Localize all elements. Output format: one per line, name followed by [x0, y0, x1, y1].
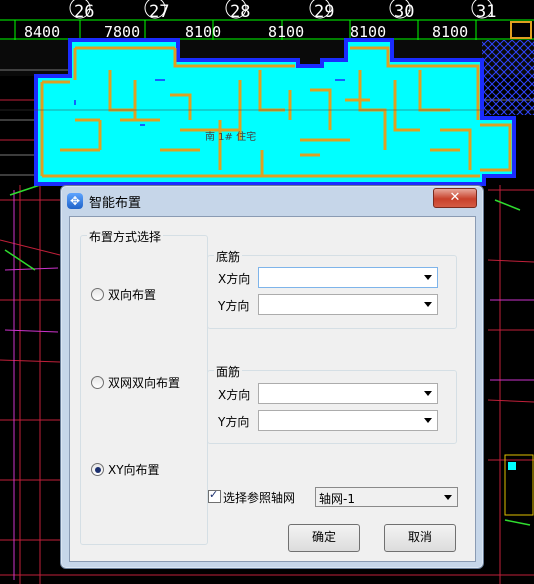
combo-value: 轴网-1 [319, 492, 355, 506]
radio-label: 双向布置 [108, 288, 157, 302]
dimension-label: 8400 [24, 23, 60, 41]
field-label: Y方向 [218, 415, 250, 429]
dropdown-arrow-icon[interactable] [424, 302, 432, 307]
building-footprint[interactable] [34, 38, 516, 186]
dimension-label: 8100 [268, 23, 304, 41]
top-bar-group: 面筋 X方向 Y方向 [207, 363, 457, 444]
dropdown-arrow-icon[interactable] [444, 495, 452, 500]
axis-number: 29 [314, 2, 334, 22]
bottom-bar-group: 底筋 X方向 Y方向 [207, 248, 457, 329]
top-x-combo[interactable] [258, 383, 438, 404]
axis-number: 28 [230, 2, 250, 22]
radio-label: XY向布置 [108, 463, 160, 477]
layout-method-legend: 布置方式选择 [87, 228, 164, 245]
close-button[interactable]: ✕ [433, 188, 477, 208]
radio-bidirectional[interactable]: 双向布置 [91, 286, 156, 303]
dropdown-arrow-icon[interactable] [424, 391, 432, 396]
axis-number: 27 [149, 2, 169, 22]
top-bar-legend: 面筋 [214, 363, 243, 380]
building-label: 南 1# 住宅 [205, 130, 256, 143]
axis-net-select[interactable]: 轴网-1 [315, 487, 458, 507]
radio-xy-direction[interactable]: XY向布置 [91, 461, 160, 478]
bottom-bar-legend: 底筋 [214, 248, 243, 265]
field-label: X方向 [218, 388, 251, 402]
field-label: Y方向 [218, 299, 250, 313]
axis-net-checkbox[interactable] [208, 488, 221, 503]
radio-double-net-bidirectional[interactable]: 双网双向布置 [91, 374, 180, 391]
bottom-y-combo[interactable] [258, 294, 438, 315]
dropdown-arrow-icon[interactable] [424, 275, 432, 280]
bottom-x-combo[interactable] [258, 267, 438, 288]
axis-number: 30 [394, 2, 414, 22]
dialog-titlebar[interactable]: ✥ 智能布置 ✕ [61, 186, 483, 216]
field-label: X方向 [218, 272, 251, 286]
axis-number: 31 [476, 2, 496, 22]
dialog-client: 布置方式选择 双向布置 双网双向布置 XY向布置 底筋 X方向 Y方向 面筋 X… [69, 216, 476, 562]
dropdown-arrow-icon[interactable] [424, 418, 432, 423]
top-y-combo[interactable] [258, 410, 438, 431]
smart-layout-dialog: ✥ 智能布置 ✕ 布置方式选择 双向布置 双网双向布置 XY向布置 底筋 X方向… [60, 185, 484, 569]
app-icon: ✥ [67, 193, 83, 209]
axis-number: 26 [74, 2, 94, 22]
radio-button[interactable] [91, 376, 104, 389]
radio-button-checked[interactable] [91, 463, 104, 476]
ok-button[interactable]: 确定 [288, 524, 360, 552]
radio-button[interactable] [91, 288, 104, 301]
radio-label: 双网双向布置 [108, 376, 181, 390]
dimension-label: 8100 [185, 23, 221, 41]
layout-method-group: 布置方式选择 双向布置 双网双向布置 XY向布置 [80, 228, 208, 545]
axis-net-checkbox-label[interactable]: 选择参照轴网 [223, 489, 295, 506]
cancel-button[interactable]: 取消 [384, 524, 456, 552]
dimension-label: 8100 [432, 23, 468, 41]
dialog-title: 智能布置 [89, 196, 142, 211]
